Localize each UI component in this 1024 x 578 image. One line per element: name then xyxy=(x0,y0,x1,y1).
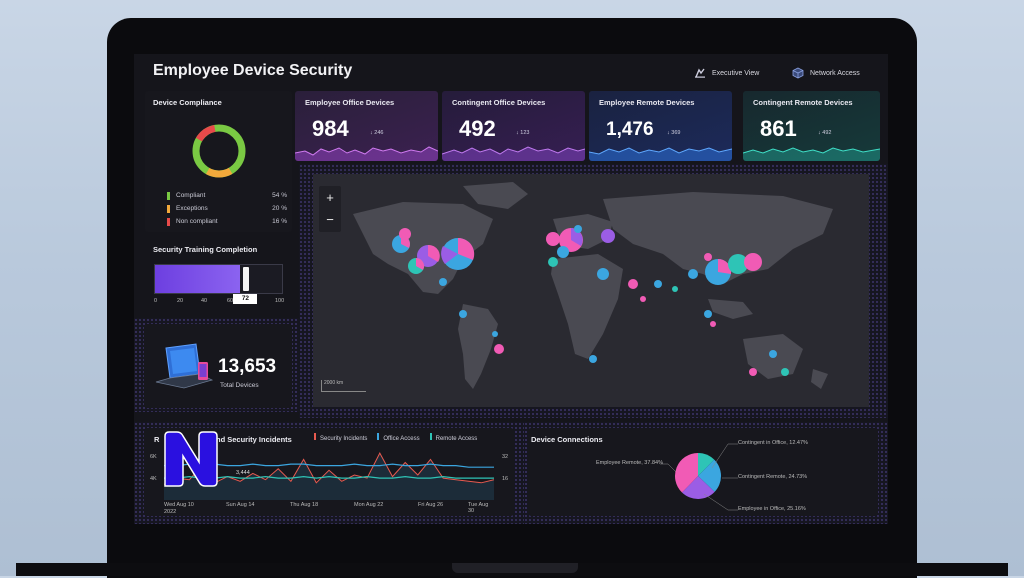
network-cube-icon xyxy=(792,67,804,79)
device-connections-panel: Device Connections Contingent in Office,… xyxy=(528,428,878,516)
legend-compliant: Compliant 54 % xyxy=(167,192,287,200)
training-title: Security Training Completion xyxy=(153,245,258,254)
pie-label: Employee Remote, 37.84% xyxy=(596,460,663,466)
incidents-title-start: R xyxy=(154,435,160,444)
y-right-tick: 32 xyxy=(502,454,509,460)
training-bar-track xyxy=(154,264,283,294)
y-left-tick: 6K xyxy=(150,454,157,460)
executive-view-label: Executive View xyxy=(712,69,760,77)
kpi-sparkline xyxy=(442,146,585,161)
kpi-label: Contingent Office Devices xyxy=(452,98,546,107)
incidents-title: nd Security Incidents xyxy=(216,435,292,444)
tick-label: 60 xyxy=(227,298,234,304)
kpi-delta: ↓ 369 xyxy=(667,130,681,136)
kpi-employee-office: Employee Office Devices 984 ↓ 246 xyxy=(295,91,438,161)
total-devices-panel: 13,653 Total Devices xyxy=(144,324,292,408)
executive-view-button[interactable]: Executive View xyxy=(694,66,759,80)
kpi-sparkline xyxy=(589,147,732,161)
x-tick: Thu Aug 18 xyxy=(290,502,319,508)
x-tick: Fri Aug 26 xyxy=(418,502,444,508)
legend-non-compliant: Non compliant 16 % xyxy=(167,218,287,226)
tick-label: 0 xyxy=(154,298,158,304)
training-value-label: 72 xyxy=(233,294,258,304)
marker-cluster-eu xyxy=(492,225,638,363)
device-compliance-title: Device Compliance xyxy=(153,98,222,107)
kpi-delta: ↓ 492 xyxy=(818,130,832,136)
y-right-tick: 16 xyxy=(502,476,509,482)
kpi-sparkline xyxy=(743,147,880,161)
compliance-donut xyxy=(192,124,246,178)
legend-label: Non compliant xyxy=(176,218,218,225)
tick-label: 40 xyxy=(201,298,208,304)
kpi-delta: ↓ 123 xyxy=(516,130,530,136)
marker-cluster-na xyxy=(392,228,475,318)
pie-label: Contingent in Office, 12.47% xyxy=(738,440,808,446)
kpi-label: Employee Office Devices xyxy=(305,98,395,107)
x-tick: Wed Aug 10 xyxy=(164,502,194,508)
legend-value: 16 % xyxy=(272,218,287,225)
total-devices-label: Total Devices xyxy=(220,382,259,389)
training-bar-fill xyxy=(155,265,241,293)
legend-label: Security Incidents xyxy=(320,436,368,442)
legend-exceptions: Exceptions 20 % xyxy=(167,205,287,213)
x-axis-labels: Wed Aug 10 Sun Aug 14 Thu Aug 18 Mon Aug… xyxy=(164,502,494,514)
legend-office-access: Office Access xyxy=(377,433,420,442)
legend-label: Remote Access xyxy=(435,436,478,442)
dashboard-screen: Employee Device Security Executive View … xyxy=(134,54,888,524)
kpi-contingent-office: Contingent Office Devices 492 ↓ 123 xyxy=(442,91,585,161)
x-tick: Mon Aug 22 xyxy=(354,502,384,508)
pie-leader-lines xyxy=(660,443,738,511)
swatch-exceptions xyxy=(167,205,170,213)
device-compliance-panel: Device Compliance Compliant 54 % Excepti… xyxy=(145,91,292,232)
legend-remote-access: Remote Access xyxy=(429,433,478,442)
page-title: Employee Device Security xyxy=(153,62,353,79)
world-map[interactable]: + − 2000 km xyxy=(313,174,869,407)
legend-label: Office Access xyxy=(383,436,420,442)
laptop-device-icon xyxy=(155,343,214,389)
kpi-value: 1,476 xyxy=(606,119,654,140)
kpi-contingent-remote: Contingent Remote Devices 861 ↓ 492 xyxy=(743,91,880,161)
map-markers xyxy=(392,225,789,376)
kpi-label: Employee Remote Devices xyxy=(599,98,695,107)
training-slider-handle[interactable] xyxy=(243,267,250,291)
legend-label: Exceptions xyxy=(176,205,208,212)
swatch-compliant xyxy=(167,192,170,200)
kpi-delta: ↓ 246 xyxy=(370,130,384,136)
total-devices-value: 13,653 xyxy=(218,356,277,377)
x-tick: Tue Aug 30 xyxy=(468,502,489,514)
legend-security-incidents: Security Incidents xyxy=(314,433,367,442)
network-access-label: Network Access xyxy=(810,69,860,77)
executive-view-icon xyxy=(695,68,705,78)
swatch-non-compliant xyxy=(167,218,170,226)
x-year-label: 2022 xyxy=(164,509,177,515)
incidents-legend: Security Incidents Office Access Remote … xyxy=(314,433,477,442)
incidents-panel: R nd Security Incidents Security Inciden… xyxy=(144,428,514,516)
pie-label: Employee in Office, 25.16% xyxy=(738,506,806,512)
legend-value: 54 % xyxy=(272,192,287,199)
y-left-tick: 4K xyxy=(150,476,157,482)
legend-value: 20 % xyxy=(272,205,287,212)
pie-label: Contingent Remote, 24.73% xyxy=(738,474,808,480)
kpi-employee-remote: Employee Remote Devices 1,476 ↓ 369 xyxy=(589,91,732,161)
network-access-button[interactable]: Network Access xyxy=(792,66,860,80)
laptop-base-notch xyxy=(452,563,578,573)
tick-label: 20 xyxy=(177,298,184,304)
kpi-label: Contingent Remote Devices xyxy=(753,98,853,107)
n-logo xyxy=(164,431,218,487)
legend-label: Compliant xyxy=(176,192,206,199)
marker-cluster-asia xyxy=(640,253,789,376)
x-tick: Sun Aug 14 xyxy=(226,502,255,508)
kpi-sparkline xyxy=(295,146,438,161)
tick-label: 100 xyxy=(275,298,285,304)
